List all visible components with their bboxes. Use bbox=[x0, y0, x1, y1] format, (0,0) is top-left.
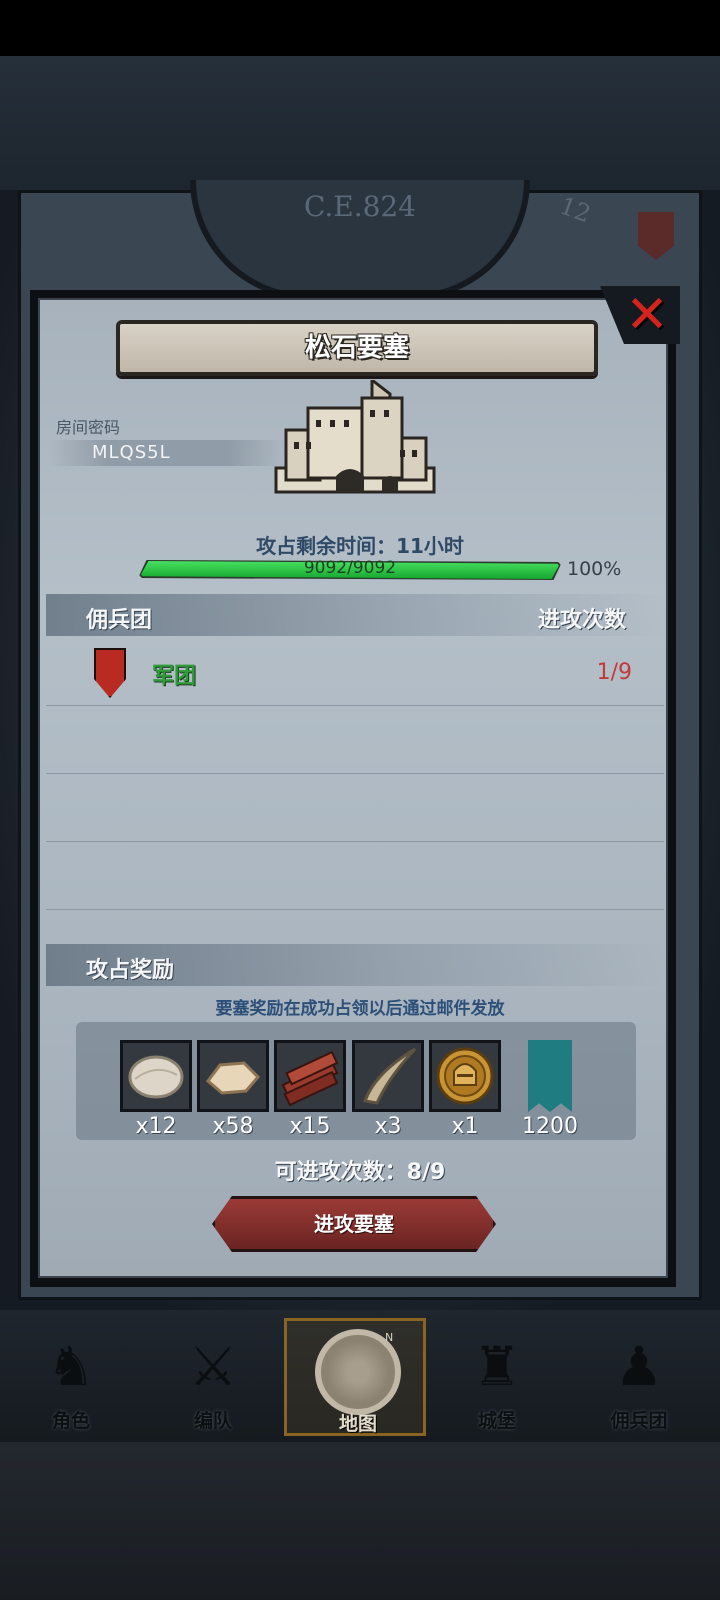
mercenary-header-label: 佣兵团 bbox=[86, 608, 153, 633]
mercenary-name: 军团 bbox=[152, 664, 197, 689]
capture-time-remaining: 攻占剩余时间：11小时 bbox=[256, 534, 464, 558]
nav-tab-character[interactable]: ♞ 角色 bbox=[0, 1318, 142, 1436]
castle-icon bbox=[274, 380, 436, 494]
close-x-icon[interactable]: ✕ bbox=[622, 289, 672, 341]
top-backdrop bbox=[0, 56, 720, 190]
wood-planks-icon[interactable] bbox=[274, 1040, 346, 1112]
hp-percent: 100% bbox=[567, 558, 622, 580]
era-label: C.E.824 bbox=[303, 190, 417, 223]
nav-tab-formation[interactable]: ⚔ 编队 bbox=[142, 1318, 284, 1436]
nav-tab-mercenary[interactable]: ♟ 佣兵团 bbox=[568, 1318, 710, 1436]
empty-row bbox=[46, 842, 664, 910]
attack-count-header: 进攻次数 bbox=[538, 608, 627, 633]
reward-qty: x15 bbox=[289, 1114, 331, 1139]
reward-note: 要塞奖励在成功占领以后通过邮件发放 bbox=[215, 999, 505, 1019]
nav-label: 城堡 bbox=[477, 1410, 516, 1432]
bottom-area bbox=[0, 1442, 720, 1600]
leather-hide-icon[interactable] bbox=[197, 1040, 269, 1112]
empty-row bbox=[46, 774, 664, 842]
mercenary-attack-count: 1/9 bbox=[596, 660, 632, 685]
nav-label: 角色 bbox=[51, 1410, 90, 1432]
status-bar-area bbox=[0, 0, 720, 56]
teal-banner-icon[interactable] bbox=[528, 1040, 572, 1112]
attack-fortress-label[interactable]: 进攻要塞 bbox=[212, 1196, 496, 1252]
room-password-code[interactable]: MLQS5L bbox=[92, 440, 171, 466]
nav-label: 佣兵团 bbox=[610, 1410, 668, 1432]
mercenary-icon: ♟ bbox=[614, 1335, 664, 1398]
reward-qty: 1200 bbox=[522, 1114, 578, 1139]
fortress-title: 松石要塞 bbox=[304, 333, 409, 363]
nav-tab-castle[interactable]: ♜ 城堡 bbox=[426, 1318, 568, 1436]
horn-icon[interactable] bbox=[352, 1040, 424, 1112]
reward-qty: x12 bbox=[135, 1114, 177, 1139]
nav-label: 地图 bbox=[338, 1413, 377, 1435]
reward-qty: x58 bbox=[212, 1114, 254, 1139]
room-password-label: 房间密码 bbox=[56, 418, 121, 437]
compass-letter: N bbox=[385, 1331, 394, 1344]
fur-pelt-icon[interactable] bbox=[120, 1040, 192, 1112]
castle-icon: ♜ bbox=[472, 1335, 522, 1398]
remaining-attacks: 可进攻次数：8/9 bbox=[274, 1160, 446, 1185]
map-compass-icon: N bbox=[315, 1329, 401, 1415]
reward-header-label: 攻占奖励 bbox=[86, 958, 175, 983]
formation-icon: ⚔ bbox=[188, 1335, 238, 1398]
nav-label: 编队 bbox=[193, 1410, 232, 1432]
nav-tab-map[interactable]: N 地图 bbox=[284, 1318, 426, 1436]
reward-qty: x1 bbox=[451, 1114, 479, 1139]
reward-qty: x3 bbox=[374, 1114, 402, 1139]
hp-text: 9092/9092 bbox=[303, 558, 397, 578]
character-icon: ♞ bbox=[46, 1335, 96, 1398]
knight-helmet-coin-icon[interactable] bbox=[429, 1040, 501, 1112]
empty-row bbox=[46, 706, 664, 774]
